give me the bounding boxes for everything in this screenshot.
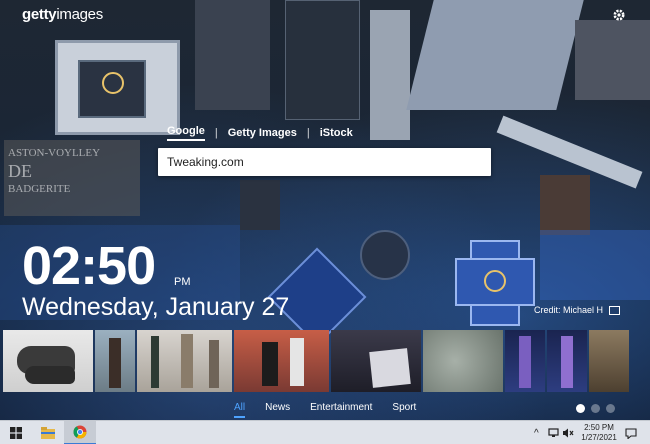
volume-muted-icon[interactable] xyxy=(562,421,574,444)
category-tabs: All News Entertainment Sport xyxy=(234,402,416,418)
notifications-icon[interactable] xyxy=(625,421,637,444)
tab-getty-images[interactable]: Getty Images xyxy=(228,127,297,139)
credit-label: Credit: Michael H xyxy=(534,305,604,315)
tray-chevron-up-icon[interactable]: ^ xyxy=(534,421,539,444)
clock-date: Wednesday, January 27 xyxy=(22,293,290,321)
watermark-line: ASTON-VOYLLEY xyxy=(8,147,101,159)
network-icon[interactable] xyxy=(548,421,559,444)
thumbnail-runway-model[interactable] xyxy=(547,330,587,392)
pager-dot[interactable] xyxy=(606,404,615,413)
clock-time: 02:50 xyxy=(22,236,156,296)
thumbnail-basketball[interactable] xyxy=(234,330,329,392)
search-input[interactable] xyxy=(158,148,491,176)
carousel-pager xyxy=(576,404,615,413)
pager-dot[interactable] xyxy=(591,404,600,413)
thumbnail-runway-purple[interactable] xyxy=(505,330,545,392)
clock-ampm: PM xyxy=(174,276,191,288)
taskbar-clock[interactable]: 2:50 PM 1/27/2021 xyxy=(578,423,620,443)
watermark-line: BADGERITE xyxy=(8,183,71,195)
category-all[interactable]: All xyxy=(234,402,246,418)
search-box xyxy=(158,148,491,176)
pager-dot[interactable] xyxy=(576,404,585,413)
tab-separator: | xyxy=(214,127,218,139)
tab-separator: | xyxy=(306,127,310,139)
thumbnail-woods[interactable] xyxy=(589,330,629,392)
image-info-icon[interactable] xyxy=(609,305,621,315)
news-thumbnail-strip xyxy=(0,330,650,392)
taskbar-time: 2:50 PM xyxy=(584,423,614,432)
taskbar-date: 1/27/2021 xyxy=(581,433,617,442)
chrome-icon[interactable] xyxy=(64,421,96,444)
tab-google[interactable]: Google xyxy=(167,125,205,141)
windows-taskbar: ^ 2:50 PM 1/27/2021 xyxy=(0,420,650,444)
tab-istock[interactable]: iStock xyxy=(320,127,353,139)
category-sport[interactable]: Sport xyxy=(392,402,416,418)
search-engine-tabs: Google | Getty Images | iStock xyxy=(167,125,353,141)
getty-images-logo[interactable]: gettyimages xyxy=(22,6,103,23)
windows-start-icon[interactable] xyxy=(0,421,32,444)
thumbnail-news-event[interactable] xyxy=(331,330,421,392)
thumbnail-runway-show[interactable] xyxy=(137,330,232,392)
gear-icon[interactable] xyxy=(612,8,626,22)
thumbnail-aerial-forest[interactable] xyxy=(423,330,503,392)
file-explorer-icon[interactable] xyxy=(32,421,64,444)
watermark-line: DE xyxy=(8,161,32,181)
thumbnail-street-fashion[interactable] xyxy=(95,330,135,392)
category-news[interactable]: News xyxy=(265,402,290,418)
photo-credit: Credit: Michael H xyxy=(534,305,621,315)
category-entertainment[interactable]: Entertainment xyxy=(310,402,372,418)
watermark-overlay: ASTON-VOYLLEY DE BADGERITE xyxy=(4,140,140,216)
thumbnail-sneakers[interactable] xyxy=(3,330,93,392)
